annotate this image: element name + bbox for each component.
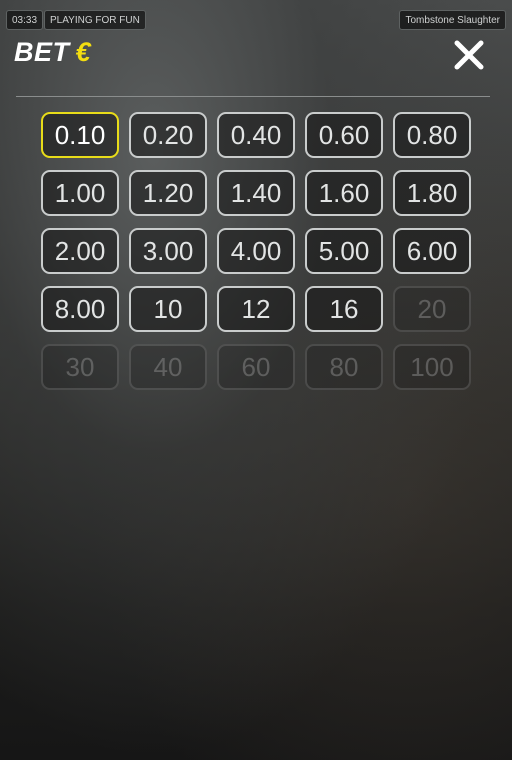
currency-symbol: € (75, 37, 92, 67)
bet-option-button[interactable]: 1.40 (217, 170, 295, 216)
bet-title-text: BET (14, 37, 70, 67)
play-mode-label: PLAYING FOR FUN (44, 10, 146, 30)
bet-option-button: 40 (129, 344, 207, 390)
game-title-label: Tombstone Slaughter (399, 10, 506, 30)
bet-option-button[interactable]: 10 (129, 286, 207, 332)
bet-option-button[interactable]: 12 (217, 286, 295, 332)
bet-option-button[interactable]: 8.00 (41, 286, 119, 332)
bet-option-button: 30 (41, 344, 119, 390)
bet-option-button[interactable]: 0.80 (393, 112, 471, 158)
bet-panel-title: BET € (14, 37, 91, 68)
bet-option-button[interactable]: 2.00 (41, 228, 119, 274)
bet-option-button[interactable]: 6.00 (393, 228, 471, 274)
close-button[interactable] (452, 38, 486, 72)
close-icon (454, 40, 484, 70)
bet-option-button[interactable]: 0.10 (41, 112, 119, 158)
bet-option-button[interactable]: 3.00 (129, 228, 207, 274)
bet-option-button[interactable]: 4.00 (217, 228, 295, 274)
bet-option-button[interactable]: 1.80 (393, 170, 471, 216)
bet-option-button[interactable]: 1.20 (129, 170, 207, 216)
status-bar: 03:33 PLAYING FOR FUN Tombstone Slaughte… (6, 10, 506, 30)
clock-label: 03:33 (6, 10, 44, 30)
header-divider (16, 96, 490, 97)
bet-option-button[interactable]: 1.00 (41, 170, 119, 216)
bet-option-button[interactable]: 5.00 (305, 228, 383, 274)
bet-option-button[interactable]: 0.60 (305, 112, 383, 158)
bet-option-button: 100 (393, 344, 471, 390)
bet-option-button[interactable]: 0.20 (129, 112, 207, 158)
bet-option-button[interactable]: 16 (305, 286, 383, 332)
bet-option-button: 60 (217, 344, 295, 390)
bet-option-button[interactable]: 1.60 (305, 170, 383, 216)
bet-option-button: 80 (305, 344, 383, 390)
bet-options-grid: 0.10 0.20 0.40 0.60 0.80 1.00 1.20 1.40 1.60 1.80… (41, 112, 471, 390)
bet-option-button[interactable]: 0.40 (217, 112, 295, 158)
bet-option-button: 20 (393, 286, 471, 332)
